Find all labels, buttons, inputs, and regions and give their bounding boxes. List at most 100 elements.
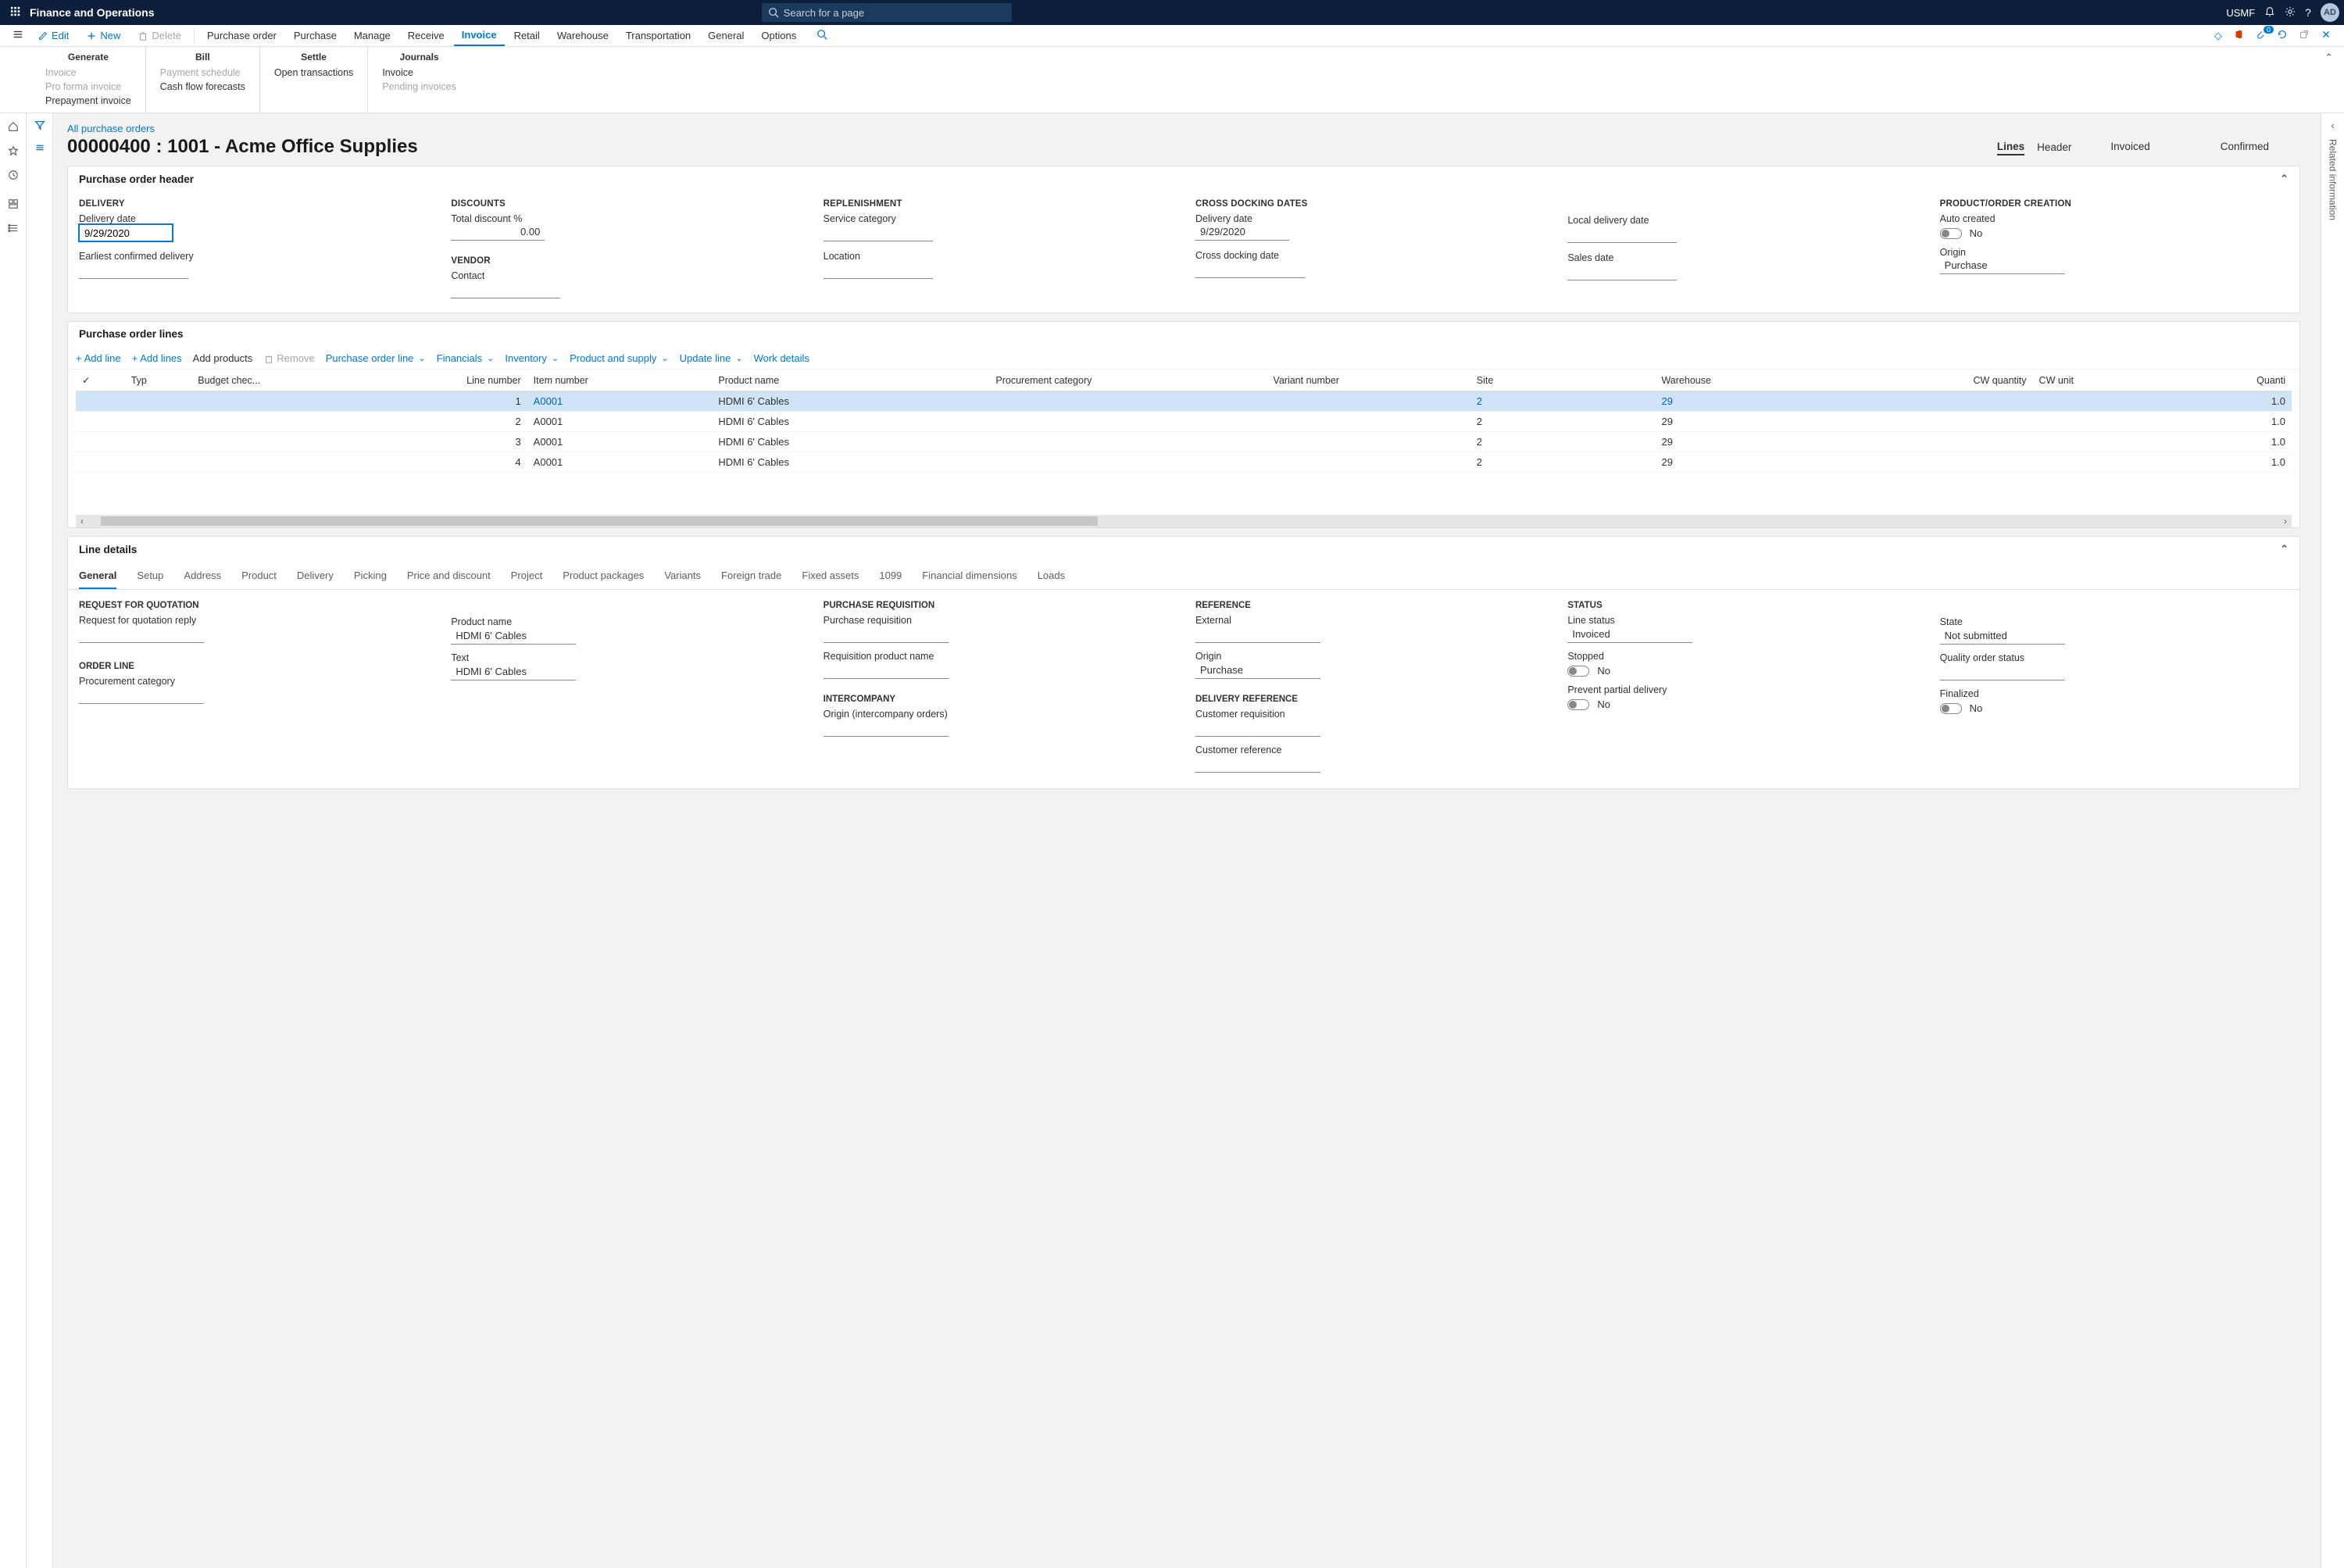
workspace-icon[interactable] bbox=[8, 198, 19, 212]
help-icon[interactable]: ? bbox=[2305, 6, 2311, 19]
table-row[interactable]: 2 A0001 HDMI 6' Cables 2 29 1.0 bbox=[76, 412, 2292, 432]
ribbon-item-prepayment[interactable]: Prepayment invoice bbox=[45, 94, 131, 108]
list-toggle-icon[interactable] bbox=[34, 142, 45, 155]
table-row[interactable]: 3 A0001 HDMI 6' Cables 2 29 1.0 bbox=[76, 432, 2292, 452]
filter-icon[interactable] bbox=[34, 120, 45, 133]
col-variant[interactable]: Variant number bbox=[1267, 370, 1470, 391]
cust-req-field[interactable] bbox=[1195, 721, 1320, 737]
tab-receive[interactable]: Receive bbox=[400, 25, 452, 46]
col-cw-unit[interactable]: CW unit bbox=[2033, 370, 2181, 391]
earliest-delivery-field[interactable] bbox=[79, 263, 188, 279]
cross-docking-date-field[interactable] bbox=[1195, 263, 1305, 278]
product-supply-menu[interactable]: Product and supply bbox=[570, 352, 669, 364]
ld-tab-financial-dimensions[interactable]: Financial dimensions bbox=[922, 570, 1017, 589]
tab-warehouse[interactable]: Warehouse bbox=[549, 25, 616, 46]
office-icon[interactable] bbox=[2228, 29, 2249, 42]
proc-category-field[interactable] bbox=[79, 688, 204, 704]
col-item-number[interactable]: Item number bbox=[527, 370, 713, 391]
col-type[interactable]: Typ bbox=[125, 370, 192, 391]
ribbon-item-open-trans[interactable]: Open transactions bbox=[274, 66, 353, 80]
add-products-button[interactable]: Add products bbox=[193, 352, 253, 364]
po-header-title[interactable]: Purchase order header bbox=[79, 173, 194, 185]
financials-menu[interactable]: Financials bbox=[437, 352, 495, 364]
line-status-value[interactable]: Invoiced bbox=[1567, 626, 1692, 643]
update-line-menu[interactable]: Update line bbox=[680, 352, 743, 364]
col-warehouse[interactable]: Warehouse bbox=[1655, 370, 1877, 391]
notifications-icon[interactable] bbox=[2264, 6, 2275, 20]
attachments-icon[interactable]: 0 bbox=[2250, 29, 2271, 42]
ld-tab-foreign-trade[interactable]: Foreign trade bbox=[721, 570, 781, 589]
table-row[interactable]: 1 A0001 HDMI 6' Cables 2 29 1.0 bbox=[76, 391, 2292, 412]
rpn-field[interactable] bbox=[824, 663, 949, 679]
state-value[interactable]: Not submitted bbox=[1940, 627, 2065, 645]
auto-created-toggle[interactable] bbox=[1940, 228, 1962, 239]
ld-tab-address[interactable]: Address bbox=[184, 570, 221, 589]
line-details-title[interactable]: Line details bbox=[79, 544, 137, 555]
ld-tab-price-and-discount[interactable]: Price and discount bbox=[407, 570, 491, 589]
tab-transportation[interactable]: Transportation bbox=[618, 25, 699, 46]
po-lines-grid[interactable]: ✓ Typ Budget chec... Line number Item nu… bbox=[76, 370, 2292, 473]
tab-invoice[interactable]: Invoice bbox=[454, 25, 505, 46]
ld-tab-product[interactable]: Product bbox=[241, 570, 277, 589]
location-field[interactable] bbox=[824, 263, 933, 279]
origin-value[interactable]: Purchase bbox=[1940, 258, 2065, 274]
rfq-reply-field[interactable] bbox=[79, 627, 204, 643]
tab-options[interactable]: Options bbox=[753, 25, 804, 46]
tab-purchase[interactable]: Purchase bbox=[286, 25, 345, 46]
external-field[interactable] bbox=[1195, 627, 1320, 643]
col-budget[interactable]: Budget chec... bbox=[191, 370, 369, 391]
finalized-toggle[interactable] bbox=[1940, 703, 1962, 714]
tab-retail[interactable]: Retail bbox=[506, 25, 548, 46]
ld-tab-picking[interactable]: Picking bbox=[354, 570, 387, 589]
ld-text-value[interactable]: HDMI 6' Cables bbox=[451, 663, 576, 680]
close-icon[interactable] bbox=[2316, 29, 2336, 42]
ld-tab-delivery[interactable]: Delivery bbox=[297, 570, 334, 589]
local-delivery-field[interactable] bbox=[1567, 227, 1677, 243]
cross-delivery-date-value[interactable]: 9/29/2020 bbox=[1195, 224, 1289, 241]
favorite-icon[interactable] bbox=[8, 145, 19, 159]
refresh-icon[interactable] bbox=[2272, 29, 2292, 42]
ld-tab-general[interactable]: General bbox=[79, 570, 116, 589]
global-search[interactable]: Search for a page bbox=[762, 3, 1012, 22]
breadcrumb[interactable]: All purchase orders bbox=[67, 123, 2300, 134]
col-product-name[interactable]: Product name bbox=[712, 370, 989, 391]
inventory-menu[interactable]: Inventory bbox=[505, 352, 559, 364]
home-icon[interactable] bbox=[8, 121, 19, 134]
po-line-menu[interactable]: Purchase order line bbox=[326, 352, 426, 364]
ld-tab-fixed-assets[interactable]: Fixed assets bbox=[802, 570, 859, 589]
col-site[interactable]: Site bbox=[1470, 370, 1656, 391]
ld-tab-product-packages[interactable]: Product packages bbox=[563, 570, 644, 589]
ribbon-item-cashflow[interactable]: Cash flow forecasts bbox=[160, 80, 245, 94]
company-code[interactable]: USMF bbox=[2226, 7, 2255, 19]
po-lines-title[interactable]: Purchase order lines bbox=[79, 328, 184, 340]
stopped-toggle[interactable] bbox=[1567, 666, 1589, 677]
search-action-icon[interactable] bbox=[812, 29, 832, 42]
collapse-icon[interactable]: ⌃ bbox=[2280, 173, 2289, 185]
expand-rail-icon[interactable]: ‹ bbox=[2331, 120, 2334, 131]
ribbon-item-journal-invoice[interactable]: Invoice bbox=[382, 66, 456, 80]
edit-button[interactable]: Edit bbox=[30, 25, 77, 46]
view-tab-header[interactable]: Header bbox=[2037, 141, 2071, 155]
ld-tab-variants[interactable]: Variants bbox=[664, 570, 701, 589]
app-launcher-icon[interactable] bbox=[5, 6, 27, 20]
tab-manage[interactable]: Manage bbox=[346, 25, 398, 46]
col-line-number[interactable]: Line number bbox=[369, 370, 527, 391]
add-line-button[interactable]: +Add line bbox=[76, 352, 121, 364]
horizontal-scrollbar[interactable]: ‹› bbox=[76, 515, 2292, 527]
collapse-icon[interactable]: ⌃ bbox=[2280, 543, 2289, 555]
related-info-label[interactable]: Related information bbox=[2328, 139, 2339, 220]
ppd-toggle[interactable] bbox=[1567, 699, 1589, 710]
select-all-check[interactable]: ✓ bbox=[82, 375, 90, 386]
add-lines-button[interactable]: +Add lines bbox=[132, 352, 182, 364]
total-discount-value[interactable]: 0.00 bbox=[451, 224, 545, 241]
view-tab-lines[interactable]: Lines bbox=[1997, 141, 2024, 155]
inter-origin-field[interactable] bbox=[824, 721, 949, 737]
ld-tab-setup[interactable]: Setup bbox=[137, 570, 163, 589]
vendor-contact-field[interactable] bbox=[451, 283, 560, 298]
recent-icon[interactable] bbox=[8, 170, 19, 183]
user-avatar[interactable]: AD bbox=[2321, 3, 2339, 22]
tab-general[interactable]: General bbox=[700, 25, 752, 46]
popout-icon[interactable] bbox=[2294, 29, 2314, 42]
pr-field[interactable] bbox=[824, 627, 949, 643]
delivery-date-input[interactable] bbox=[79, 224, 173, 241]
